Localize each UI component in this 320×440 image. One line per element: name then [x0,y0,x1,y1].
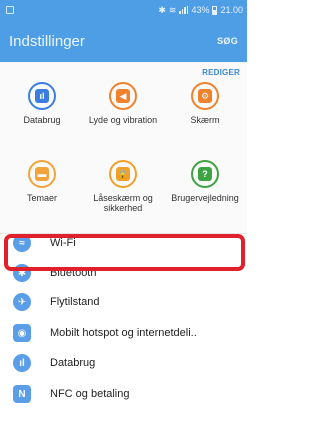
tile-label: Skærm [190,115,220,125]
tile-label: Brugervejledning [171,193,239,203]
list-item-label: Flytilstand [50,296,100,308]
airplane-icon: ✈ [13,293,31,311]
list-item-label: Databrug [50,357,96,369]
status-bar: ✱ ≋ 43% 21.00 [0,0,247,20]
tile-laaseskaerm-og-sikkerhed[interactable]: 🔒 Låseskærm og sikkerhed [85,160,161,213]
hotspot-icon: ◉ [13,324,31,342]
theme-brush-icon: ▬ [28,160,56,188]
tile-label: Låseskærm og sikkerhed [93,193,153,213]
list-item-label: NFC og betaling [50,388,130,400]
clock: 21.00 [220,5,243,15]
bluetooth-highlight-box [4,234,245,271]
list-item-nfc[interactable]: N NFC og betaling [0,379,247,409]
wifi-status-icon: ≋ [168,4,177,15]
bar-chart-icon: ıl [28,82,56,110]
app-bar: Indstillinger SØG [0,20,247,62]
display-icon: ⚙ [191,82,219,110]
battery-percent: 43% [191,5,210,15]
list-item-flytilstand[interactable]: ✈ Flytilstand [0,287,247,317]
tile-brugervejledning[interactable]: ? Brugervejledning [167,160,243,203]
tile-label: Databrug [23,115,61,125]
page-title: Indstillinger [9,32,85,50]
nfc-icon: N [13,385,31,403]
status-indicators: ✱ ≋ 43% 21.00 [158,5,243,16]
tile-label: Temaer [26,193,57,203]
list-item-databrug[interactable]: ıl Databrug [0,348,247,378]
tile-label: Lyde og vibration [88,115,158,125]
tile-skaerm[interactable]: ⚙ Skærm [167,82,243,125]
bluetooth-status-icon: ✱ [158,4,166,15]
gallery-notification-icon [6,6,14,14]
data-usage-icon: ıl [13,354,31,372]
list-item-hotspot[interactable]: ◉ Mobilt hotspot og internetdeli.. [0,318,247,348]
signal-icon [179,6,189,14]
volume-icon: ◀ [109,82,137,110]
quick-settings-grid: REDIGER ıl Databrug ◀ Lyde og vibration … [0,62,247,234]
tile-lyde-og-vibration[interactable]: ◀ Lyde og vibration [85,82,161,125]
tile-temaer[interactable]: ▬ Temaer [4,160,80,203]
tile-databrug[interactable]: ıl Databrug [4,82,80,125]
list-item-label: Mobilt hotspot og internetdeli.. [50,327,197,339]
battery-icon [212,5,218,15]
lock-icon: 🔒 [109,160,137,188]
edit-button[interactable]: REDIGER [202,68,240,77]
help-icon: ? [191,160,219,188]
search-button[interactable]: SØG [217,36,238,46]
